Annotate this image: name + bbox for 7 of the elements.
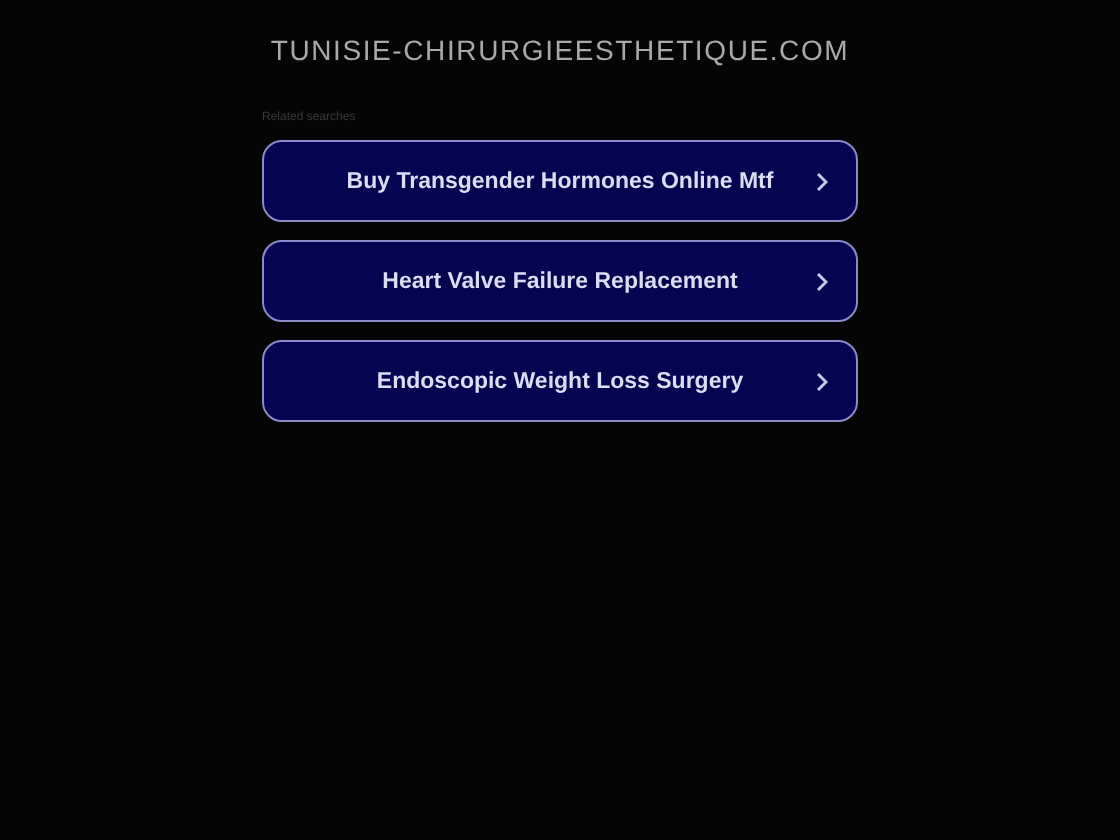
search-link[interactable]: Heart Valve Failure Replacement xyxy=(262,240,858,322)
chevron-icon xyxy=(816,272,828,292)
chevron-icon xyxy=(816,172,828,192)
search-link[interactable]: Buy Transgender Hormones Online Mtf xyxy=(262,140,858,222)
search-link[interactable]: Endoscopic Weight Loss Surgery xyxy=(262,340,858,422)
site-title: TUNISIE-CHIRURGIEESTHETIQUE.COM xyxy=(270,34,850,66)
chevron-icon xyxy=(816,372,828,392)
